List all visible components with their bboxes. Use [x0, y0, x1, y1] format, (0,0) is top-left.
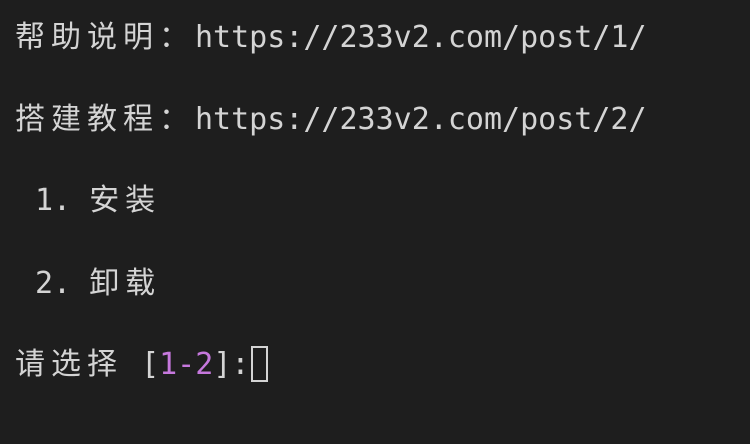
- tutorial-url[interactable]: https://233v2.com/post/2/: [195, 102, 647, 137]
- option-number: 2.: [35, 266, 72, 301]
- tutorial-line: 搭建教程：https://233v2.com/post/2/: [15, 100, 647, 140]
- help-url[interactable]: https://233v2.com/post/1/: [195, 20, 647, 55]
- prompt-open-bracket: [: [141, 347, 160, 382]
- tutorial-label: 搭建教程：: [15, 102, 195, 137]
- option-label: 卸载: [89, 266, 162, 301]
- selection-prompt: 请选择 [1-2]:: [15, 345, 269, 385]
- prompt-range: 1-2: [159, 347, 214, 382]
- menu-option-uninstall: 2. 卸载: [35, 264, 161, 304]
- option-number: 1.: [35, 183, 72, 218]
- option-label: 安装: [89, 183, 162, 218]
- text-cursor[interactable]: [251, 345, 269, 382]
- prompt-close-bracket: ]:: [213, 347, 250, 382]
- prompt-label: 请选择: [15, 347, 123, 382]
- terminal-window: 帮助说明：https://233v2.com/post/1/ 搭建教程：http…: [0, 0, 750, 444]
- menu-option-install: 1. 安装: [35, 181, 161, 221]
- help-label: 帮助说明：: [15, 20, 195, 55]
- help-line: 帮助说明：https://233v2.com/post/1/: [15, 18, 647, 58]
